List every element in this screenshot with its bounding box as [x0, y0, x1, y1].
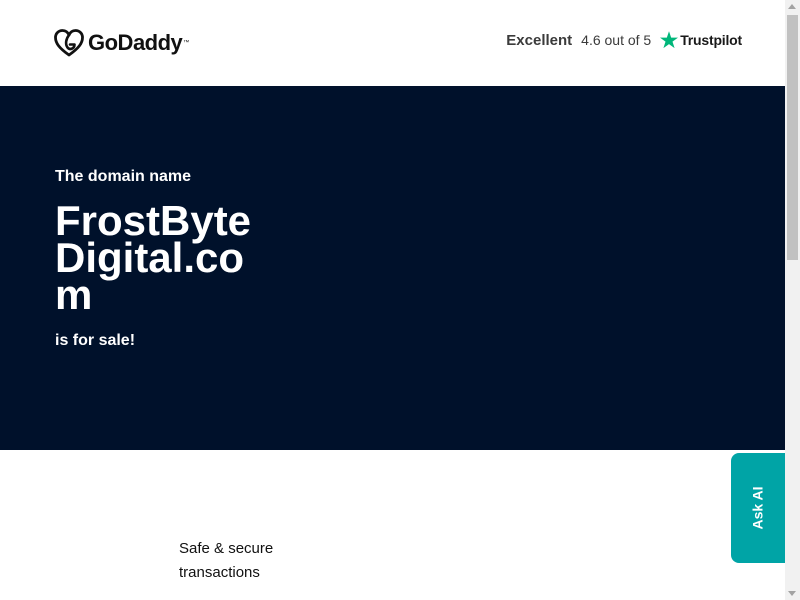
vertical-scrollbar[interactable] [785, 0, 800, 600]
site-header: GoDaddy ™ Excellent 4.6 out of 5 Trustpi… [0, 0, 785, 86]
hero-intro-text: The domain name [55, 168, 192, 185]
features-section: Safe & secure transactions [0, 450, 785, 600]
scrollbar-thumb[interactable] [787, 15, 798, 260]
godaddy-heart-logo-icon [54, 29, 84, 57]
hero-banner: The domain name FrostByteDigital.com is … [0, 86, 785, 450]
ask-ai-button[interactable]: Ask AI [731, 453, 785, 563]
rating-score: 4.6 out of 5 [581, 32, 652, 48]
logo-wordmark: GoDaddy [88, 30, 183, 55]
scroll-down-arrow-icon[interactable] [788, 591, 796, 596]
feature-safe-secure: Safe & secure transactions [179, 540, 274, 581]
trustpilot-wordmark: Trustpilot [680, 32, 742, 48]
ask-ai-label: Ask AI [750, 486, 766, 530]
logo-trademark: ™ [183, 40, 190, 46]
trustpilot-star-icon [660, 31, 679, 49]
page: GoDaddy ™ Excellent 4.6 out of 5 Trustpi… [0, 0, 800, 600]
for-sale-text: is for sale! [55, 332, 136, 349]
rating-word: Excellent [506, 31, 573, 49]
scroll-up-arrow-icon[interactable] [788, 4, 796, 9]
godaddy-logo-link[interactable]: GoDaddy ™ [54, 29, 189, 57]
domain-name-heading: FrostByteDigital.com [55, 197, 252, 318]
trustpilot-rating-link[interactable]: Excellent 4.6 out of 5 Trustpilot [506, 30, 742, 50]
